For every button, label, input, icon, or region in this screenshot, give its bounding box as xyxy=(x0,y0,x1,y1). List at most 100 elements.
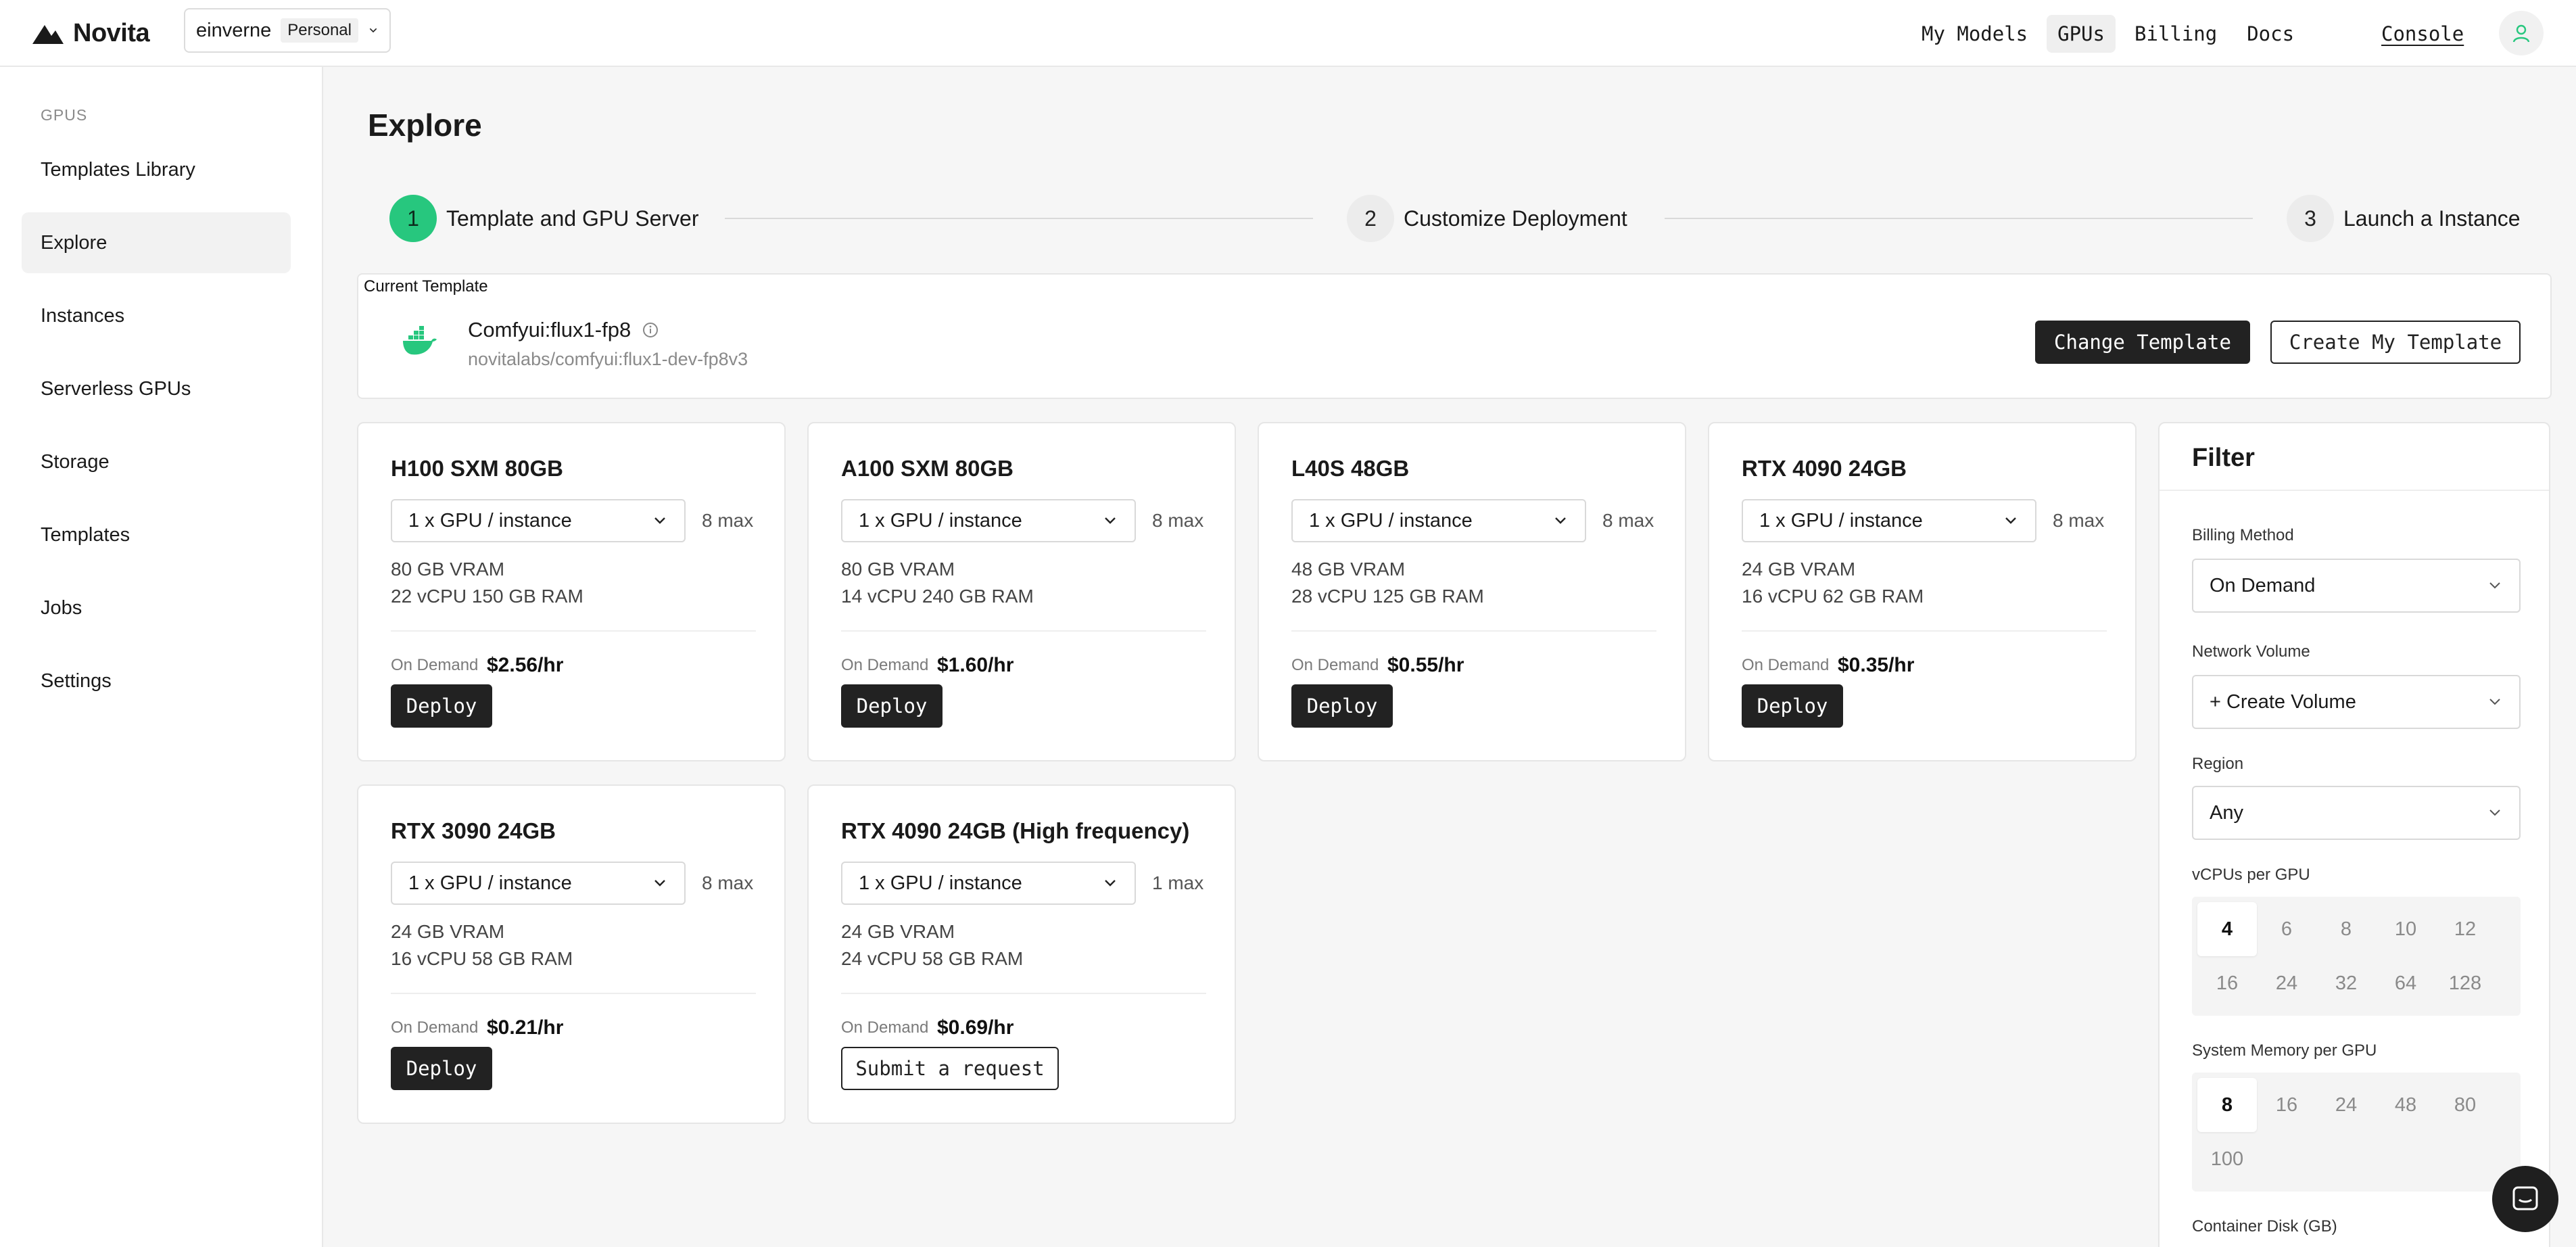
user-icon xyxy=(2512,24,2530,43)
memory-option[interactable]: 24 xyxy=(2316,1078,2376,1132)
gpu-name: RTX 4090 24GB xyxy=(1742,456,1907,481)
deploy-button[interactable]: Deploy xyxy=(391,684,492,728)
chevron-down-icon xyxy=(1105,880,1116,887)
chat-button[interactable] xyxy=(2492,1166,2558,1232)
gpu-price: $0.69/hr xyxy=(937,1016,1014,1039)
system-memory-options: 8 16 24 48 80 100 xyxy=(2192,1073,2521,1192)
divider xyxy=(2160,490,2549,491)
avatar[interactable] xyxy=(2499,11,2544,55)
deploy-button[interactable]: Deploy xyxy=(1742,684,1843,728)
deploy-button[interactable]: Deploy xyxy=(841,684,943,728)
chevron-down-icon xyxy=(654,880,665,887)
billing-method-value: On Demand xyxy=(2210,574,2316,596)
create-my-template-button[interactable]: Create My Template xyxy=(2270,321,2521,364)
gpu-name: L40S 48GB xyxy=(1291,456,1410,481)
chevron-down-icon xyxy=(1555,517,1566,524)
nav-gpus[interactable]: GPUs xyxy=(2047,15,2116,53)
memory-option[interactable]: 80 xyxy=(2435,1078,2495,1132)
gpu-vram: 24 GB VRAM xyxy=(391,921,505,942)
gpu-price: $0.35/hr xyxy=(1838,654,1915,676)
vcpu-option[interactable]: 4 xyxy=(2197,902,2257,956)
nav-my-models[interactable]: My Models xyxy=(1911,15,2038,53)
gpu-card-rtx4090: RTX 4090 24GB 1 x GPU / instance 8 max 2… xyxy=(1708,422,2137,761)
gpu-count-select[interactable]: 1 x GPU / instance xyxy=(1291,499,1586,542)
sidebar-section-title: GPUS xyxy=(41,106,88,124)
vcpu-option[interactable]: 128 xyxy=(2435,956,2495,1010)
info-icon[interactable] xyxy=(642,321,659,339)
vcpu-option[interactable]: 12 xyxy=(2435,902,2495,956)
sidebar-item-settings[interactable]: Settings xyxy=(22,651,291,711)
vcpu-option[interactable]: 32 xyxy=(2316,956,2376,1010)
sidebar-item-explore[interactable]: Explore xyxy=(22,212,291,273)
vcpu-option[interactable]: 64 xyxy=(2376,956,2435,1010)
gpu-spec: 22 vCPU 150 GB RAM xyxy=(391,586,583,607)
gpu-count-select[interactable]: 1 x GPU / instance xyxy=(391,862,686,905)
nav-docs[interactable]: Docs xyxy=(2236,15,2305,53)
gpu-price: $0.21/hr xyxy=(487,1016,564,1039)
gpu-count-value: 1 x GPU / instance xyxy=(408,509,572,532)
gpu-price: $2.56/hr xyxy=(487,654,564,676)
workspace-switcher[interactable]: einverne Personal xyxy=(184,8,391,53)
gpu-count-value: 1 x GPU / instance xyxy=(859,509,1022,532)
step-1-number: 1 xyxy=(389,195,437,242)
brand-logo[interactable]: Novita xyxy=(31,19,150,48)
billing-type: On Demand xyxy=(391,1018,479,1037)
network-volume-select[interactable]: + Create Volume xyxy=(2192,675,2521,729)
template-image: novitalabs/comfyui:flux1-dev-fp8v3 xyxy=(468,349,748,369)
workspace-name: einverne xyxy=(196,19,272,41)
gpu-vram: 48 GB VRAM xyxy=(1291,559,1406,580)
template-name-row: Comfyui:flux1-fp8 xyxy=(468,318,659,342)
gpu-card-rtx4090-hf: RTX 4090 24GB (High frequency) 1 x GPU /… xyxy=(807,784,1236,1124)
region-select[interactable]: Any xyxy=(2192,786,2521,840)
deploy-button[interactable]: Deploy xyxy=(391,1047,492,1090)
gpu-spec: 24 vCPU 58 GB RAM xyxy=(841,948,1024,969)
sidebar-item-templates[interactable]: Templates xyxy=(22,504,291,565)
system-memory-label: System Memory per GPU xyxy=(2192,1041,2377,1060)
change-template-button[interactable]: Change Template xyxy=(2035,321,2250,364)
gpu-count-select[interactable]: 1 x GPU / instance xyxy=(841,862,1136,905)
billing-type: On Demand xyxy=(1291,656,1379,674)
divider xyxy=(1742,630,2107,632)
chevron-down-icon xyxy=(2005,517,2016,524)
divider xyxy=(391,630,756,632)
memory-option[interactable]: 8 xyxy=(2197,1078,2257,1132)
billing-type: On Demand xyxy=(841,656,929,674)
billing-type: On Demand xyxy=(391,656,479,674)
gpu-name: H100 SXM 80GB xyxy=(391,456,563,481)
region-value: Any xyxy=(2210,801,2243,824)
gpu-count-select[interactable]: 1 x GPU / instance xyxy=(1742,499,2036,542)
gpu-count-value: 1 x GPU / instance xyxy=(1759,509,1923,532)
billing-method-label: Billing Method xyxy=(2192,526,2294,544)
step-1-label: Template and GPU Server xyxy=(446,206,699,231)
sidebar-item-instances[interactable]: Instances xyxy=(22,285,291,346)
memory-option[interactable]: 48 xyxy=(2376,1078,2435,1132)
gpu-max: 1 max xyxy=(1152,872,1204,893)
vcpu-option[interactable]: 6 xyxy=(2257,902,2316,956)
step-connector xyxy=(1665,218,2253,219)
brand-name: Novita xyxy=(73,19,150,47)
sidebar-item-serverless-gpus[interactable]: Serverless GPUs xyxy=(22,358,291,419)
deploy-button[interactable]: Deploy xyxy=(1291,684,1393,728)
sidebar-item-jobs[interactable]: Jobs xyxy=(22,578,291,638)
sidebar-item-templates-library[interactable]: Templates Library xyxy=(22,139,291,200)
gpu-count-select[interactable]: 1 x GPU / instance xyxy=(841,499,1136,542)
memory-option[interactable]: 100 xyxy=(2197,1132,2257,1186)
memory-option[interactable]: 16 xyxy=(2257,1078,2316,1132)
submit-request-button[interactable]: Submit a request xyxy=(841,1047,1059,1090)
gpu-spec: 14 vCPU 240 GB RAM xyxy=(841,586,1034,607)
gpu-spec: 16 vCPU 62 GB RAM xyxy=(1742,586,1924,607)
gpu-count-select[interactable]: 1 x GPU / instance xyxy=(391,499,686,542)
billing-method-select[interactable]: On Demand xyxy=(2192,559,2521,613)
gpu-vram: 80 GB VRAM xyxy=(841,559,955,580)
vcpu-option[interactable]: 24 xyxy=(2257,956,2316,1010)
step-2-number: 2 xyxy=(1347,195,1394,242)
vcpu-option[interactable]: 16 xyxy=(2197,956,2257,1010)
vcpu-option[interactable]: 10 xyxy=(2376,902,2435,956)
console-link[interactable]: Console xyxy=(2381,15,2464,53)
nav-billing[interactable]: Billing xyxy=(2124,15,2228,53)
vcpu-option[interactable]: 8 xyxy=(2316,902,2376,956)
step-connector xyxy=(725,218,1313,219)
step-3-label: Launch a Instance xyxy=(2343,206,2521,231)
gpu-vram: 24 GB VRAM xyxy=(1742,559,1856,580)
sidebar-item-storage[interactable]: Storage xyxy=(22,431,291,492)
